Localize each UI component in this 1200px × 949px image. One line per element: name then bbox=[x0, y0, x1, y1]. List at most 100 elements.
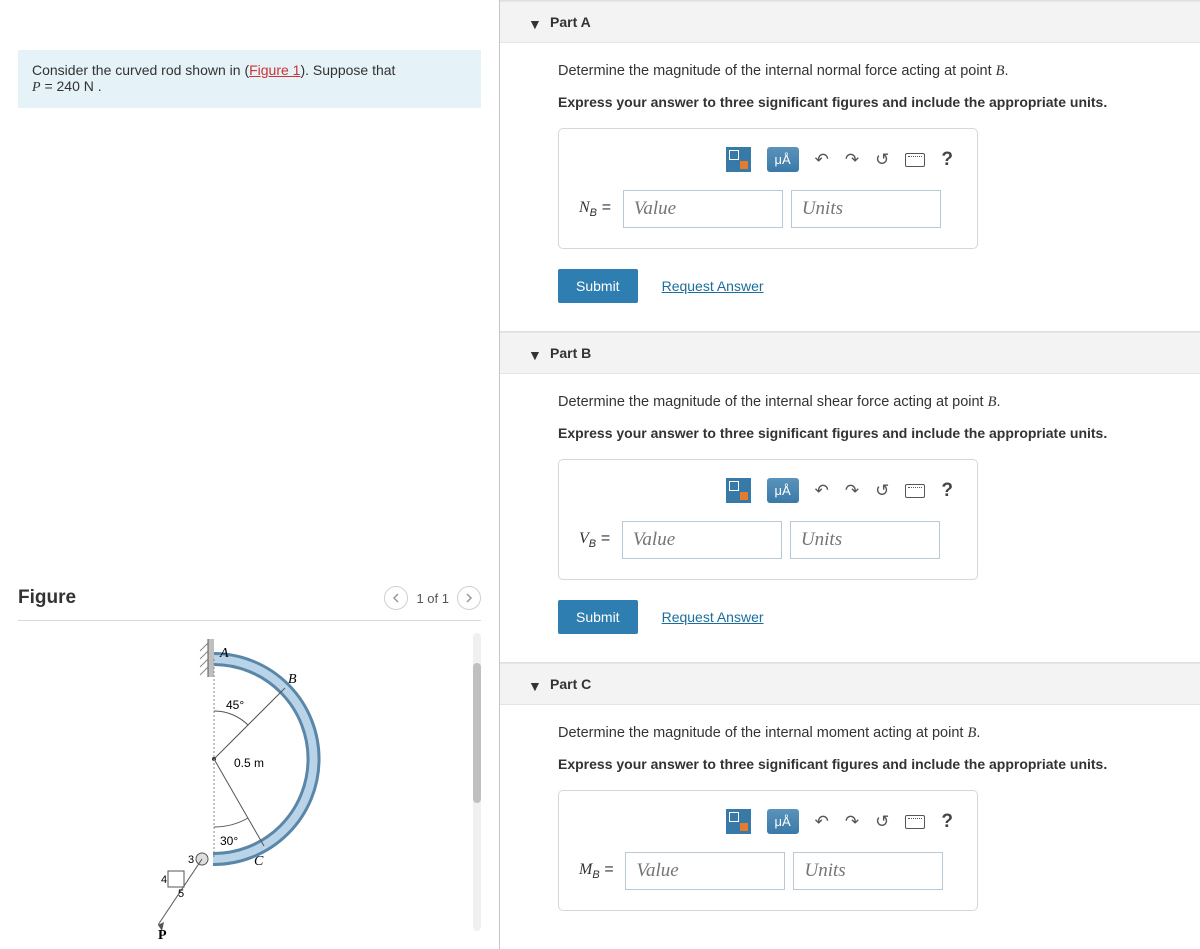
q-point: B bbox=[967, 725, 976, 741]
answer-box: μÅ ↶ ↷ ↺ ? NB = bbox=[558, 128, 978, 249]
q-post: . bbox=[996, 394, 1000, 410]
special-chars-button[interactable]: μÅ bbox=[767, 147, 799, 172]
keyboard-icon[interactable] bbox=[905, 815, 925, 829]
help-icon[interactable]: ? bbox=[941, 480, 953, 502]
value-row: NB = bbox=[579, 190, 957, 228]
figure-body: A B C 45° 30° 0.5 m 3 4 5 P bbox=[18, 621, 481, 931]
q-post: . bbox=[1005, 63, 1009, 79]
svg-text:A: A bbox=[219, 646, 229, 661]
keyboard-icon[interactable] bbox=[905, 153, 925, 167]
caret-down-icon: ▼ bbox=[528, 678, 542, 694]
variable-P: P bbox=[32, 80, 41, 95]
svg-text:0.5 m: 0.5 m bbox=[234, 756, 264, 770]
units-input[interactable] bbox=[791, 190, 941, 228]
figure-title: Figure bbox=[18, 587, 76, 609]
template-icon[interactable] bbox=[726, 809, 751, 834]
special-chars-button[interactable]: μÅ bbox=[767, 809, 799, 834]
part-c: ▼ Part C Determine the magnitude of the … bbox=[500, 662, 1200, 939]
help-icon[interactable]: ? bbox=[941, 149, 953, 171]
answer-box: μÅ ↶ ↷ ↺ ? VB = bbox=[558, 459, 978, 580]
submit-button[interactable]: Submit bbox=[558, 269, 638, 303]
svg-text:3: 3 bbox=[188, 854, 194, 866]
answer-box: μÅ ↶ ↷ ↺ ? MB = bbox=[558, 790, 978, 911]
part-b-header[interactable]: ▼ Part B bbox=[500, 332, 1200, 374]
part-title: Part A bbox=[550, 14, 591, 30]
svg-text:4: 4 bbox=[161, 874, 167, 886]
submit-button[interactable]: Submit bbox=[558, 600, 638, 634]
undo-icon[interactable]: ↶ bbox=[815, 812, 829, 832]
answer-toolbar: μÅ ↶ ↷ ↺ ? bbox=[579, 809, 957, 834]
figure-header: Figure 1 of 1 bbox=[18, 578, 481, 621]
unit-N: N bbox=[84, 78, 94, 94]
figure-scrollbar[interactable] bbox=[473, 633, 481, 931]
part-c-body: Determine the magnitude of the internal … bbox=[500, 705, 1200, 939]
template-icon[interactable] bbox=[726, 478, 751, 503]
undo-icon[interactable]: ↶ bbox=[815, 481, 829, 501]
action-row: Submit Request Answer bbox=[558, 600, 1182, 634]
request-answer-link[interactable]: Request Answer bbox=[662, 278, 764, 294]
q-point: B bbox=[996, 63, 1005, 79]
redo-icon[interactable]: ↷ bbox=[845, 150, 859, 170]
left-panel: Consider the curved rod shown in (Figure… bbox=[0, 0, 500, 949]
value-row: VB = bbox=[579, 521, 957, 559]
part-b-body: Determine the magnitude of the internal … bbox=[500, 374, 1200, 662]
problem-statement: Consider the curved rod shown in (Figure… bbox=[18, 50, 481, 108]
part-a-header[interactable]: ▼ Part A bbox=[500, 1, 1200, 43]
tail: . bbox=[94, 78, 102, 94]
reset-icon[interactable]: ↺ bbox=[875, 481, 889, 501]
answer-toolbar: μÅ ↶ ↷ ↺ ? bbox=[579, 478, 957, 503]
svg-text:P: P bbox=[158, 928, 167, 939]
keyboard-icon[interactable] bbox=[905, 484, 925, 498]
svg-text:B: B bbox=[288, 672, 297, 687]
figure-prev-button[interactable] bbox=[384, 586, 408, 610]
value-row: MB = bbox=[579, 852, 957, 890]
action-row: Submit Request Answer bbox=[558, 269, 1182, 303]
special-chars-button[interactable]: μÅ bbox=[767, 478, 799, 503]
svg-text:5: 5 bbox=[178, 888, 184, 900]
reset-icon[interactable]: ↺ bbox=[875, 150, 889, 170]
units-input[interactable] bbox=[793, 852, 943, 890]
help-icon[interactable]: ? bbox=[941, 811, 953, 833]
template-icon[interactable] bbox=[726, 147, 751, 172]
scroll-thumb[interactable] bbox=[473, 663, 481, 803]
figure-link[interactable]: Figure 1 bbox=[249, 62, 300, 78]
question-text: Determine the magnitude of the internal … bbox=[558, 725, 1182, 742]
svg-text:30°: 30° bbox=[220, 834, 238, 848]
q-post: . bbox=[976, 725, 980, 741]
svg-text:C: C bbox=[254, 854, 264, 869]
redo-icon[interactable]: ↷ bbox=[845, 481, 859, 501]
instruction-text: Express your answer to three significant… bbox=[558, 756, 1182, 772]
undo-icon[interactable]: ↶ bbox=[815, 150, 829, 170]
value-input[interactable] bbox=[623, 190, 783, 228]
intro-text-2: ). Suppose that bbox=[300, 62, 395, 78]
q-pre: Determine the magnitude of the internal … bbox=[558, 725, 967, 741]
chevron-right-icon bbox=[465, 593, 473, 603]
value-input[interactable] bbox=[622, 521, 782, 559]
part-a-body: Determine the magnitude of the internal … bbox=[500, 43, 1200, 331]
units-input[interactable] bbox=[790, 521, 940, 559]
figure-diagram: A B C 45° 30° 0.5 m 3 4 5 P bbox=[158, 639, 358, 939]
part-b: ▼ Part B Determine the magnitude of the … bbox=[500, 331, 1200, 662]
answer-toolbar: μÅ ↶ ↷ ↺ ? bbox=[579, 147, 957, 172]
caret-down-icon: ▼ bbox=[528, 16, 542, 32]
instruction-text: Express your answer to three significant… bbox=[558, 94, 1182, 110]
instruction-text: Express your answer to three significant… bbox=[558, 425, 1182, 441]
svg-text:45°: 45° bbox=[226, 698, 244, 712]
question-text: Determine the magnitude of the internal … bbox=[558, 394, 1182, 411]
part-a: ▼ Part A Determine the magnitude of the … bbox=[500, 0, 1200, 331]
request-answer-link[interactable]: Request Answer bbox=[662, 609, 764, 625]
figure-next-button[interactable] bbox=[457, 586, 481, 610]
q-pre: Determine the magnitude of the internal … bbox=[558, 394, 988, 410]
reset-icon[interactable]: ↺ bbox=[875, 812, 889, 832]
intro-text: Consider the curved rod shown in ( bbox=[32, 62, 249, 78]
part-c-header[interactable]: ▼ Part C bbox=[500, 663, 1200, 705]
value-input[interactable] bbox=[625, 852, 785, 890]
figure-counter: 1 of 1 bbox=[416, 591, 449, 606]
caret-down-icon: ▼ bbox=[528, 347, 542, 363]
redo-icon[interactable]: ↷ bbox=[845, 812, 859, 832]
question-text: Determine the magnitude of the internal … bbox=[558, 63, 1182, 80]
right-panel: ▼ Part A Determine the magnitude of the … bbox=[500, 0, 1200, 949]
q-pre: Determine the magnitude of the internal … bbox=[558, 63, 996, 79]
figure-nav: 1 of 1 bbox=[384, 586, 481, 610]
chevron-left-icon bbox=[392, 593, 400, 603]
